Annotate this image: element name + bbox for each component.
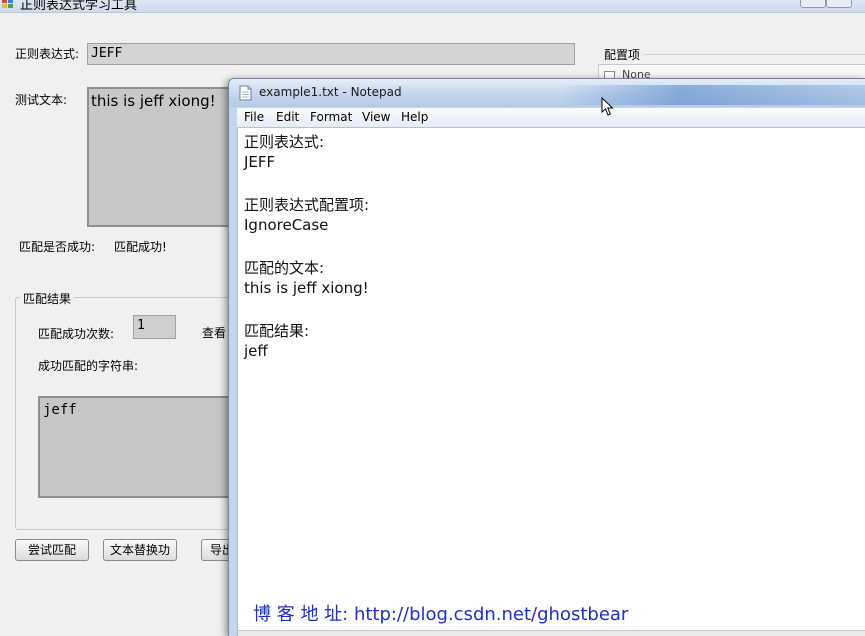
view-label: 查看 — [202, 326, 227, 340]
notepad-line: 匹配的文本: — [244, 259, 325, 277]
matched-strings-label: 成功匹配的字符串: — [38, 359, 139, 373]
regex-input[interactable]: JEFF — [87, 43, 575, 65]
notepad-window[interactable]: example1.txt - Notepad File Edit Format … — [228, 78, 865, 636]
notepad-line: JEFF — [244, 153, 276, 171]
notepad-line: 正则表达式: — [244, 133, 325, 151]
replace-text-button[interactable]: 文本替换功 — [103, 539, 177, 561]
match-status-label: 匹配是否成功: — [19, 240, 96, 254]
notepad-document-icon — [239, 85, 252, 101]
horizontal-scrollbar[interactable] — [238, 630, 865, 636]
try-match-button[interactable]: 尝试匹配 — [15, 539, 89, 561]
notepad-title: example1.txt - Notepad — [259, 85, 402, 99]
match-count-label: 匹配成功次数: — [38, 327, 115, 341]
notepad-menubar: File Edit Format View Help — [237, 108, 865, 128]
blog-address-text: 博 客 地 址: http://blog.csdn.net/ghostbear — [253, 604, 629, 625]
notepad-line: jeff — [244, 342, 268, 360]
notepad-text-area[interactable]: 正则表达式: JEFF 正则表达式配置项: IgnoreCase 匹配的文本: … — [237, 128, 865, 636]
regex-label: 正则表达式: — [15, 47, 80, 61]
matched-strings-output[interactable]: jeff — [38, 396, 236, 498]
config-title: 配置项 — [604, 48, 641, 62]
notepad-titlebar[interactable]: example1.txt - Notepad — [229, 79, 865, 107]
result-group-title: 匹配结果 — [20, 290, 75, 307]
menu-edit[interactable]: Edit — [276, 110, 299, 124]
match-count-field[interactable]: 1 — [133, 315, 176, 339]
notepad-line: 正则表达式配置项: — [244, 196, 370, 214]
app-icon — [2, 0, 13, 8]
menu-view[interactable]: View — [362, 110, 390, 124]
menu-file[interactable]: File — [244, 110, 264, 124]
match-status-value: 匹配成功! — [114, 240, 167, 254]
maximize-button[interactable] — [826, 0, 852, 8]
config-divider — [644, 54, 865, 55]
notepad-line: this is jeff xiong! — [244, 279, 369, 297]
test-text-input[interactable]: this is jeff xiong! — [87, 87, 237, 227]
app-title: 正则表达式学习工具 — [20, 0, 138, 13]
notepad-line: 匹配结果: — [244, 322, 310, 340]
menu-help[interactable]: Help — [401, 110, 428, 124]
mouse-cursor-icon — [601, 97, 614, 116]
notepad-line: IgnoreCase — [244, 216, 329, 234]
minimize-button[interactable] — [800, 0, 826, 8]
test-text-label: 测试文本: — [15, 93, 68, 107]
menu-format[interactable]: Format — [310, 110, 352, 124]
